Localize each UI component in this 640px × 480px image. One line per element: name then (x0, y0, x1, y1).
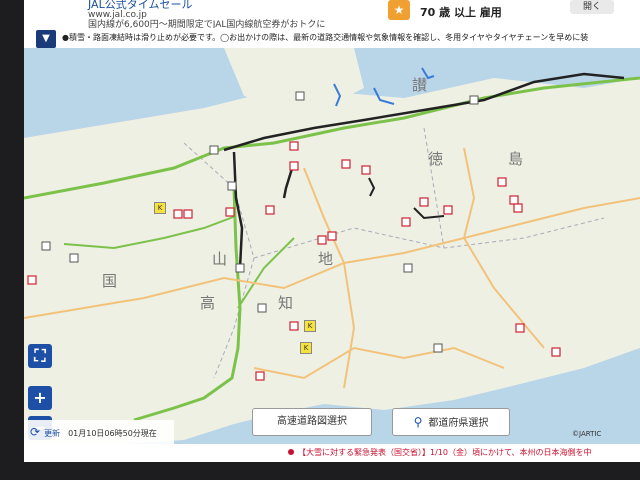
road-map[interactable]: 山 高 知 地 国 徳 島 讃 K K K ⛶ + − (24, 48, 640, 444)
closure-icon[interactable] (265, 205, 275, 215)
closure-icon[interactable] (509, 195, 519, 205)
prefecture-select-button[interactable]: ⚲ 都道府県選択 (392, 408, 510, 436)
map-label: 高 (200, 294, 216, 312)
fullscreen-button[interactable]: ⛶ (28, 344, 52, 368)
location-pin-icon: ⚲ (413, 415, 423, 429)
camera-icon[interactable] (41, 241, 51, 251)
camera-icon[interactable] (295, 91, 305, 101)
closure-icon[interactable] (361, 165, 371, 175)
ad-url: www.jal.co.jp (88, 10, 147, 20)
camera-icon[interactable] (209, 145, 219, 155)
refresh-icon[interactable]: ⟳ (30, 425, 40, 439)
closure-icon[interactable] (289, 141, 299, 151)
fullscreen-icon: ⛶ (34, 346, 46, 365)
star-icon: ★ (388, 0, 410, 20)
ad-banner[interactable]: JAL公式タイムセール www.jal.co.jp 国内線が6,600円～期間限… (24, 0, 640, 30)
notice-text: ●積雪・路面凍結時は滑り止めが必要です。◯お出かけの際は、最新の道路交通情報や気… (62, 33, 589, 42)
prefecture-select-label: 都道府県選択 (428, 418, 489, 429)
closure-icon[interactable] (443, 205, 453, 215)
ticker-text[interactable]: 【大雪に対する緊急発表（国交省）】1/10（金）頃にかけて、本州の日本海側を中 (298, 448, 592, 457)
camera-icon[interactable] (257, 303, 267, 313)
camera-icon[interactable] (403, 263, 413, 273)
update-label[interactable]: 更新 (44, 429, 60, 438)
map-label: 島 (508, 150, 524, 168)
closure-icon[interactable] (225, 207, 235, 217)
ad-open-button[interactable]: 開く (570, 0, 614, 14)
screen: JAL公式タイムセール www.jal.co.jp 国内線が6,600円～期間限… (24, 0, 640, 462)
camera-icon[interactable] (235, 263, 245, 273)
closure-icon[interactable] (327, 231, 337, 241)
closure-icon[interactable] (317, 235, 327, 245)
closure-icon[interactable] (173, 209, 183, 219)
map-label: 徳 (428, 150, 444, 168)
update-time: 01月10日06時50分現在 (68, 429, 157, 438)
ad-title[interactable]: JAL公式タイムセール (88, 0, 325, 10)
closure-icon[interactable] (289, 321, 299, 331)
update-status[interactable]: ⟳ 更新 01月10日06時50分現在 (24, 420, 174, 444)
closure-icon[interactable] (419, 197, 429, 207)
closure-icon[interactable] (27, 275, 37, 285)
notice-bar: ▼ ●積雪・路面凍結時は滑り止めが必要です。◯お出かけの際は、最新の道路交通情報… (24, 28, 640, 49)
closure-icon[interactable] (289, 161, 299, 171)
closure-icon[interactable] (497, 177, 507, 187)
chevron-down-icon[interactable]: ▼ (36, 30, 56, 48)
map-label: 国 (102, 272, 118, 290)
map-label: 山 (212, 250, 228, 268)
camera-icon[interactable] (469, 95, 479, 105)
ad-right-text[interactable]: 70 歳 以上 雇用 (420, 4, 502, 20)
k-marker-icon[interactable]: K (154, 202, 166, 214)
closure-icon[interactable] (255, 371, 265, 381)
closure-icon[interactable] (551, 347, 561, 357)
zoom-in-button[interactable]: + (28, 386, 52, 410)
camera-icon[interactable] (227, 181, 237, 191)
closure-icon[interactable] (513, 203, 523, 213)
k-marker-icon[interactable]: K (300, 342, 312, 354)
closure-icon[interactable] (341, 159, 351, 169)
map-label: 讃 (412, 76, 428, 94)
map-label: 知 (278, 294, 294, 312)
alert-dot-icon (288, 449, 294, 455)
k-marker-icon[interactable]: K (304, 320, 316, 332)
closure-icon[interactable] (515, 323, 525, 333)
map-credit: ©JARTIC (572, 430, 602, 438)
emergency-ticker[interactable]: 【大雪に対する緊急発表（国交省）】1/10（金）頃にかけて、本州の日本海側を中 (24, 444, 640, 462)
map-label: 地 (318, 250, 334, 268)
ad-left[interactable]: JAL公式タイムセール www.jal.co.jp 国内線が6,600円～期間限… (88, 0, 325, 30)
camera-icon[interactable] (433, 343, 443, 353)
map-canvas[interactable] (24, 48, 640, 444)
closure-icon[interactable] (401, 217, 411, 227)
highway-map-select-button[interactable]: 高速道路図選択 (252, 408, 372, 436)
camera-icon[interactable] (69, 253, 79, 263)
closure-icon[interactable] (183, 209, 193, 219)
